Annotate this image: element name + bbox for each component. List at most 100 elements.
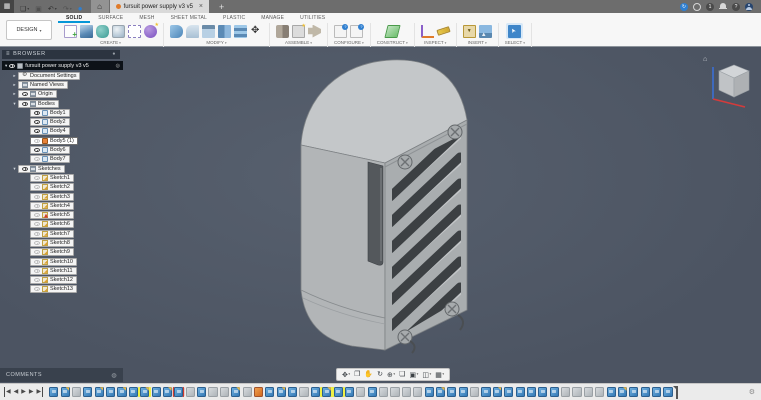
tree-expand-arrow[interactable]: [11, 91, 18, 97]
timeline-feature-icon[interactable]: [151, 387, 161, 397]
create-tool-icon[interactable]: [64, 24, 77, 39]
orbit-icon[interactable]: ↻: [377, 369, 383, 381]
fit-icon[interactable]: ❏: [399, 369, 405, 381]
group-label-inspect[interactable]: INSPECT: [424, 40, 446, 45]
skip-to-start-button[interactable]: ◀: [4, 387, 11, 397]
construct-tool-icon[interactable]: [384, 24, 401, 38]
timeline-feature-icon[interactable]: [435, 387, 446, 397]
timeline-feature-icon[interactable]: [231, 387, 241, 397]
browser-tree-row[interactable]: Sketch2: [2, 183, 126, 192]
timeline-feature-icon[interactable]: [310, 387, 320, 397]
configure-tool-icon[interactable]: [350, 23, 365, 38]
timeline-feature-icon[interactable]: [390, 387, 400, 397]
visibility-eye-icon[interactable]: [34, 231, 40, 236]
timeline-feature-icon[interactable]: [606, 387, 616, 397]
create-tool-icon[interactable]: [96, 24, 109, 38]
play-button[interactable]: ▶: [21, 387, 26, 397]
timeline-feature-icon[interactable]: [379, 387, 389, 397]
timeline-feature-icon[interactable]: [106, 387, 116, 397]
assemble-tool-icon[interactable]: [292, 23, 306, 38]
tree-expand-arrow[interactable]: [11, 101, 18, 107]
document-tab[interactable]: fursuit power supply v3 v5 ×: [109, 0, 210, 13]
zoom-icon[interactable]: ⊕: [387, 368, 395, 382]
timeline-feature-icon[interactable]: [458, 387, 468, 397]
comments-panel[interactable]: COMMENTS ◍: [0, 368, 123, 382]
browser-tree-row[interactable]: Sketch11: [2, 266, 126, 275]
timeline-feature-icon[interactable]: [94, 387, 104, 397]
timeline-feature-icon[interactable]: [185, 387, 195, 397]
insert-tool-icon[interactable]: [478, 24, 492, 38]
timeline-feature-icon[interactable]: [83, 387, 93, 397]
browser-tree-row[interactable]: Sketch10: [2, 257, 126, 266]
view-cube-faces[interactable]: [718, 64, 750, 98]
timeline-feature-icon[interactable]: [219, 387, 229, 397]
ribbon-tab[interactable]: SOLID: [58, 14, 91, 23]
ribbon-tab[interactable]: MANAGE: [253, 14, 292, 23]
home-tab[interactable]: ⌂: [90, 0, 109, 13]
browser-tree-row[interactable]: Bodies: [2, 99, 126, 108]
tree-expand-arrow[interactable]: [11, 166, 18, 172]
timeline-feature-icon[interactable]: [299, 387, 309, 397]
configure-tool-icon[interactable]: [334, 23, 349, 38]
timeline-feature-icon[interactable]: [333, 387, 343, 397]
create-tool-icon[interactable]: [144, 22, 159, 38]
visibility-eye-icon[interactable]: [34, 194, 40, 199]
browser-tree-row[interactable]: Sketch5: [2, 210, 126, 220]
timeline-feature-icon[interactable]: [253, 387, 264, 397]
timeline-feature-icon[interactable]: [572, 387, 582, 397]
timeline-feature-icon[interactable]: [344, 387, 355, 397]
timeline-feature-icon[interactable]: [197, 387, 207, 397]
bell-icon[interactable]: [719, 2, 727, 11]
group-label-select[interactable]: SELECT: [505, 40, 525, 45]
look-at-icon[interactable]: ❐: [354, 369, 360, 381]
browser-tree-row[interactable]: Sketch3: [2, 192, 126, 201]
view-cube[interactable]: ⌂: [703, 53, 755, 109]
save-icon[interactable]: ▣: [35, 6, 42, 13]
inspect-tool-icon[interactable]: [436, 26, 451, 36]
create-tool-icon[interactable]: [112, 24, 125, 38]
timeline-feature-icon[interactable]: [595, 387, 605, 397]
browser-root-node[interactable]: ▾ fursuit power supply v3 v5 ◎: [2, 61, 123, 70]
timeline-feature-icon[interactable]: [424, 387, 434, 397]
new-tab-button[interactable]: +: [219, 2, 224, 12]
app-launcher-icon[interactable]: ▦: [0, 0, 14, 13]
timeline-feature-icon[interactable]: [288, 387, 298, 397]
home-view-icon[interactable]: ⌂: [703, 56, 707, 63]
workspace-selector[interactable]: DESIGN: [6, 20, 52, 40]
visibility-eye-icon[interactable]: [34, 213, 40, 218]
inspect-tool-icon[interactable]: [420, 24, 434, 38]
timeline-feature-icon[interactable]: [561, 387, 571, 397]
visibility-eye-icon[interactable]: [34, 129, 40, 134]
visibility-eye-icon[interactable]: [34, 287, 40, 292]
timeline-feature-icon[interactable]: [583, 387, 593, 397]
browser-tree-row[interactable]: Document Settings: [2, 71, 126, 80]
ribbon-tab[interactable]: UTILITIES: [292, 14, 333, 23]
root-visibility-eye-icon[interactable]: [9, 63, 16, 68]
create-tool-icon[interactable]: [80, 24, 93, 38]
timeline-feature-icon[interactable]: [49, 387, 59, 397]
3d-viewport[interactable]: ⌂ ≡ BROWSER ● ▾ fursuit power supply v3 …: [0, 47, 761, 383]
job-status-icon[interactable]: ↻: [680, 2, 688, 11]
timeline-feature-icon[interactable]: [526, 387, 537, 397]
redo-icon[interactable]: ↷: [63, 6, 72, 13]
browser-tree-row[interactable]: Named Views: [2, 80, 126, 89]
step-back-button[interactable]: ◀: [14, 387, 19, 397]
timeline-feature-icon[interactable]: [265, 387, 275, 397]
comments-expand-icon[interactable]: ◍: [111, 372, 117, 379]
visibility-eye-icon[interactable]: [22, 166, 28, 171]
timeline-feature-icon[interactable]: [652, 387, 662, 397]
visibility-eye-icon[interactable]: [34, 250, 40, 255]
browser-tree-row[interactable]: Body2: [2, 117, 126, 127]
timeline-feature-icon[interactable]: [492, 387, 502, 397]
ribbon-tab[interactable]: SURFACE: [90, 14, 131, 23]
close-tab-icon[interactable]: ×: [199, 3, 203, 10]
timeline-feature-icon[interactable]: [71, 387, 82, 397]
step-forward-button[interactable]: ▶: [29, 387, 34, 397]
timeline-feature-icon[interactable]: [470, 387, 480, 397]
root-activate-radio[interactable]: ◎: [116, 63, 120, 69]
timeline-feature-icon[interactable]: [60, 387, 70, 397]
visibility-eye-icon[interactable]: [34, 259, 40, 264]
timeline-feature-icon[interactable]: [401, 387, 411, 397]
select-tool-icon[interactable]: [508, 24, 522, 38]
timeline-feature-icon[interactable]: [663, 387, 673, 397]
